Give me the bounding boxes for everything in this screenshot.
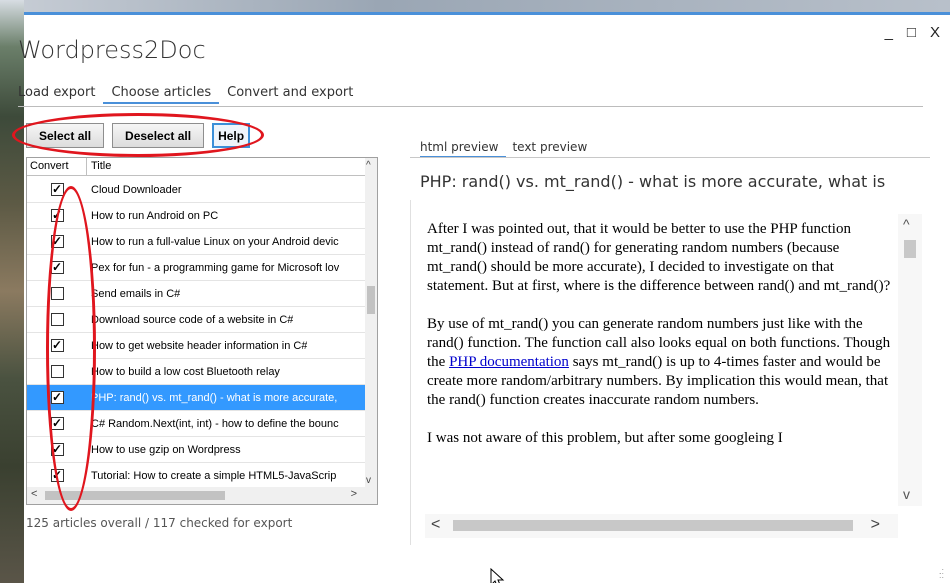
checked-checkbox[interactable]: ✓ bbox=[50, 261, 64, 274]
convert-cell: ✓ bbox=[27, 235, 87, 248]
table-row[interactable]: Download source code of a website in C# bbox=[27, 307, 367, 333]
preview-paragraph: By use of mt_rand() you can generate ran… bbox=[427, 315, 897, 410]
convert-cell: ✓ bbox=[27, 339, 87, 352]
tab-load-export[interactable]: Load export bbox=[18, 85, 103, 104]
convert-cell: ✓ bbox=[27, 209, 87, 222]
chevron-down-icon[interactable]: v bbox=[903, 486, 910, 502]
preview-paragraph: I was not aware of this problem, but aft… bbox=[427, 430, 783, 446]
chevron-left-icon[interactable]: < bbox=[431, 516, 440, 534]
desktop-top-bar bbox=[0, 0, 950, 12]
window-controls: _ □ X bbox=[885, 25, 940, 40]
checked-checkbox[interactable]: ✓ bbox=[50, 417, 64, 430]
tab-choose-articles[interactable]: Choose articles bbox=[103, 85, 220, 104]
scroll-right-icon[interactable]: > bbox=[351, 488, 357, 500]
table-row[interactable]: ✓ Tutorial: How to create a simple HTML5-… bbox=[27, 463, 367, 489]
maximize-button[interactable]: □ bbox=[907, 25, 916, 40]
article-title: PHP: rand() vs. mt_rand() - what is more… bbox=[91, 391, 338, 404]
table-row[interactable]: Send emails in C# bbox=[27, 281, 367, 307]
table-row[interactable]: ✓ How to get website header information i… bbox=[27, 333, 367, 359]
convert-cell: ✓ bbox=[27, 261, 87, 274]
convert-cell: ✓ bbox=[27, 443, 87, 456]
table-row[interactable]: ✓ How to use gzip on Wordpress bbox=[27, 437, 367, 463]
list-header: Convert Title bbox=[27, 158, 367, 176]
article-title: How to run a full-value Linux on your An… bbox=[91, 235, 339, 248]
selection-toolbar: Select all Deselect all Help bbox=[26, 123, 251, 148]
app-title: Wordpress2Doc bbox=[18, 36, 206, 64]
scroll-down-icon[interactable]: v bbox=[366, 475, 371, 486]
scroll-left-icon[interactable]: < bbox=[31, 488, 37, 500]
checked-checkbox[interactable]: ✓ bbox=[50, 469, 64, 482]
list-scroll-thumb[interactable] bbox=[367, 286, 375, 314]
preview-tabs-divider bbox=[410, 157, 930, 158]
minimize-button[interactable]: _ bbox=[885, 25, 893, 40]
tabs-divider bbox=[18, 106, 923, 107]
article-title: Send emails in C# bbox=[91, 287, 181, 300]
php-documentation-link[interactable]: PHP documentation bbox=[449, 354, 569, 370]
preview-title: PHP: rand() vs. mt_rand() - what is more… bbox=[420, 172, 886, 191]
resize-grip-icon[interactable]: .::. bbox=[939, 567, 944, 580]
tab-text-preview[interactable]: text preview bbox=[512, 140, 595, 158]
article-title: Cloud Downloader bbox=[91, 183, 182, 196]
checked-checkbox[interactable]: ✓ bbox=[50, 339, 64, 352]
preview-tabs: html preview text preview bbox=[420, 140, 595, 158]
convert-cell: ✓ bbox=[27, 417, 87, 430]
column-header-title[interactable]: Title bbox=[87, 158, 111, 175]
checked-checkbox[interactable]: ✓ bbox=[50, 235, 64, 248]
table-row[interactable]: ✓ PHP: rand() vs. mt_rand() - what is mor… bbox=[27, 385, 367, 411]
table-row[interactable]: ✓ Pex for fun - a programming game for Mi… bbox=[27, 255, 367, 281]
article-title: How to build a low cost Bluetooth relay bbox=[91, 365, 280, 378]
tab-html-preview[interactable]: html preview bbox=[420, 140, 507, 158]
unchecked-checkbox[interactable] bbox=[50, 313, 64, 326]
list-hscroll-thumb[interactable] bbox=[45, 491, 225, 500]
deselect-all-button[interactable]: Deselect all bbox=[112, 123, 205, 148]
convert-cell: ✓ bbox=[27, 391, 87, 404]
article-title: How to run Android on PC bbox=[91, 209, 219, 222]
chevron-up-icon[interactable]: ^ bbox=[903, 216, 910, 232]
article-title: C# Random.Next(int, int) - how to define… bbox=[91, 417, 339, 430]
preview-hscroll-thumb[interactable] bbox=[453, 520, 853, 531]
table-row[interactable]: How to build a low cost Bluetooth relay bbox=[27, 359, 367, 385]
preview-paragraph: After I was pointed out, that it would b… bbox=[427, 221, 891, 294]
article-title: How to use gzip on Wordpress bbox=[91, 443, 241, 456]
checked-checkbox[interactable]: ✓ bbox=[50, 391, 64, 404]
preview-body: After I was pointed out, that it would b… bbox=[427, 220, 897, 510]
scroll-up-icon[interactable]: ^ bbox=[366, 160, 371, 171]
status-text: 125 articles overall / 117 checked for e… bbox=[26, 516, 293, 530]
article-title: Tutorial: How to create a simple HTML5-J… bbox=[91, 469, 337, 482]
convert-cell bbox=[27, 365, 87, 378]
close-button[interactable]: X bbox=[930, 25, 940, 40]
unchecked-checkbox[interactable] bbox=[50, 365, 64, 378]
checked-checkbox[interactable]: ✓ bbox=[50, 443, 64, 456]
article-title: Pex for fun - a programming game for Mic… bbox=[91, 261, 340, 274]
article-title: Download source code of a website in C# bbox=[91, 313, 294, 326]
select-all-button[interactable]: Select all bbox=[26, 123, 105, 148]
table-row[interactable]: ✓ Cloud Downloader bbox=[27, 177, 367, 203]
mouse-cursor-icon bbox=[490, 568, 505, 583]
table-row[interactable]: ✓ How to run a full-value Linux on your A… bbox=[27, 229, 367, 255]
preview-horizontal-scrollbar[interactable]: < > bbox=[425, 514, 898, 538]
list-vertical-scrollbar[interactable]: ^ v bbox=[365, 158, 377, 488]
checked-checkbox[interactable]: ✓ bbox=[50, 209, 64, 222]
convert-cell: ✓ bbox=[27, 183, 87, 196]
chevron-right-icon[interactable]: > bbox=[871, 516, 880, 534]
convert-cell bbox=[27, 313, 87, 326]
checked-checkbox[interactable]: ✓ bbox=[50, 183, 64, 196]
unchecked-checkbox[interactable] bbox=[50, 287, 64, 300]
list-horizontal-scrollbar[interactable]: < > bbox=[27, 487, 377, 504]
article-title: How to get website header information in… bbox=[91, 339, 308, 352]
list-rows: ✓ Cloud Downloader ✓ How to run Android on … bbox=[27, 177, 367, 489]
help-button[interactable]: Help bbox=[212, 123, 251, 148]
main-tabs: Load export Choose articles Convert and … bbox=[18, 85, 361, 104]
convert-cell bbox=[27, 287, 87, 300]
articles-list[interactable]: Convert Title ✓ Cloud Downloader ✓ How to r… bbox=[26, 157, 378, 505]
convert-cell: ✓ bbox=[27, 469, 87, 482]
table-row[interactable]: ✓ C# Random.Next(int, int) - how to defin… bbox=[27, 411, 367, 437]
tab-convert-and-export[interactable]: Convert and export bbox=[219, 85, 361, 104]
preview-vertical-scrollbar[interactable]: ^ v bbox=[898, 214, 922, 506]
preview-scroll-thumb[interactable] bbox=[904, 240, 916, 258]
column-header-convert[interactable]: Convert bbox=[27, 158, 87, 175]
table-row[interactable]: ✓ How to run Android on PC bbox=[27, 203, 367, 229]
